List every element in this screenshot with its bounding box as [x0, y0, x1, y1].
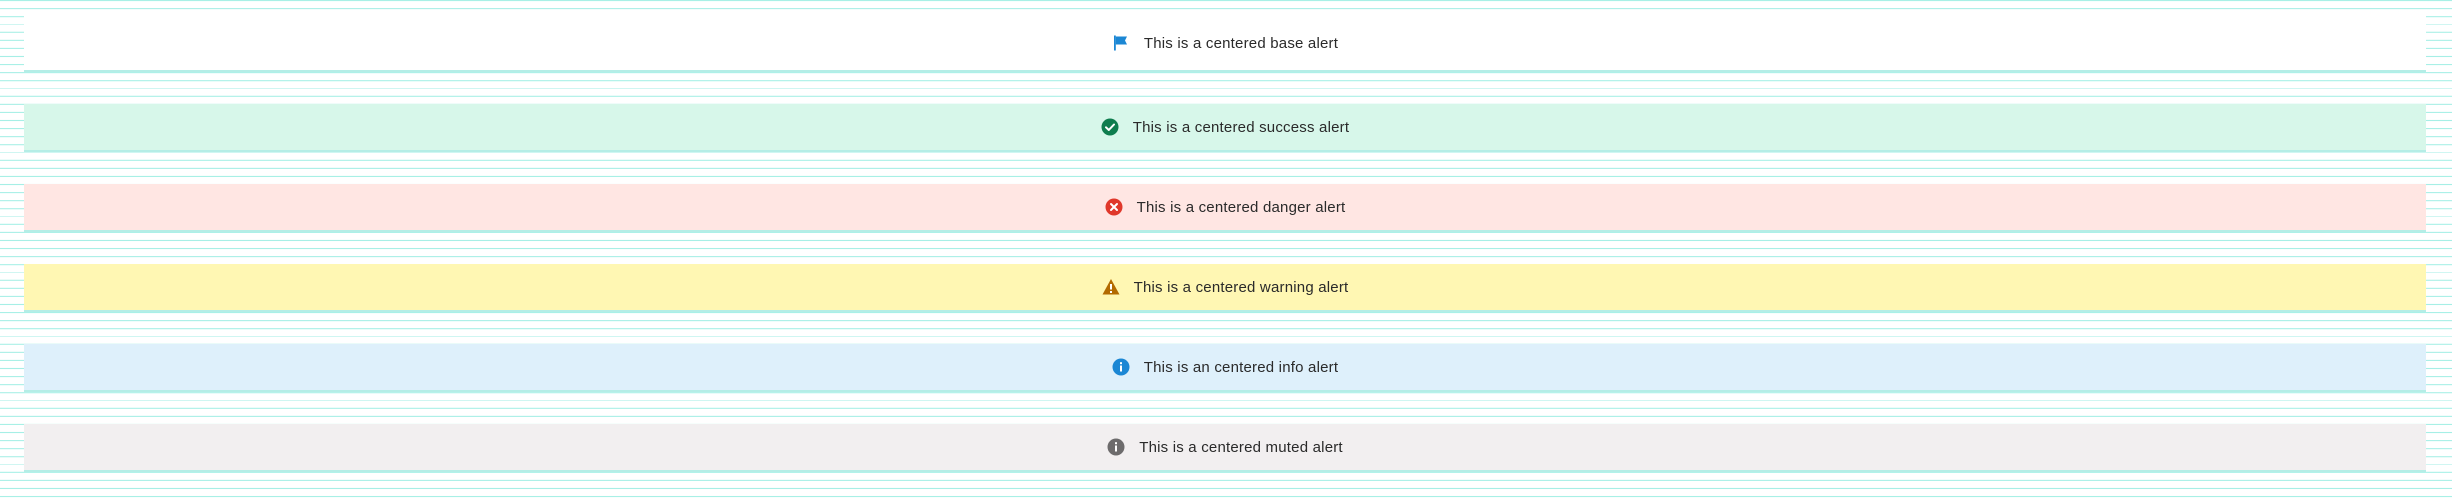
alert-message: This is a centered success alert	[1132, 118, 1350, 136]
info-alert: This is an centered info alert	[24, 344, 2426, 392]
alert-content: This is a centered danger alert	[1105, 198, 1346, 216]
warning-alert: This is a centered warning alert	[24, 264, 2426, 312]
muted-alert: This is a centered muted alert	[24, 424, 2426, 472]
alert-content: This is a centered muted alert	[1107, 438, 1343, 456]
alert-list: This is a centered base alert This is a …	[24, 16, 2426, 504]
danger-alert: This is a centered danger alert	[24, 184, 2426, 232]
alert-message: This is an centered info alert	[1143, 358, 1339, 376]
alert-content: This is a centered warning alert	[1102, 278, 1349, 296]
warning-icon	[1102, 278, 1120, 296]
alert-content: This is an centered info alert	[1112, 358, 1338, 376]
base-alert: This is a centered base alert	[24, 16, 2426, 72]
info-circle-icon	[1107, 438, 1125, 456]
alert-message: This is a centered warning alert	[1133, 278, 1349, 296]
alert-message: This is a centered danger alert	[1136, 198, 1346, 216]
alert-content: This is a centered success alert	[1101, 118, 1350, 136]
alert-content: This is a centered base alert	[1112, 34, 1338, 52]
flag-icon	[1112, 34, 1130, 52]
check-circle-icon	[1101, 118, 1119, 136]
alert-message: This is a centered muted alert	[1139, 438, 1343, 456]
alert-message: This is a centered base alert	[1143, 34, 1339, 52]
x-circle-icon	[1105, 198, 1123, 216]
info-circle-icon	[1112, 358, 1130, 376]
success-alert: This is a centered success alert	[24, 104, 2426, 152]
